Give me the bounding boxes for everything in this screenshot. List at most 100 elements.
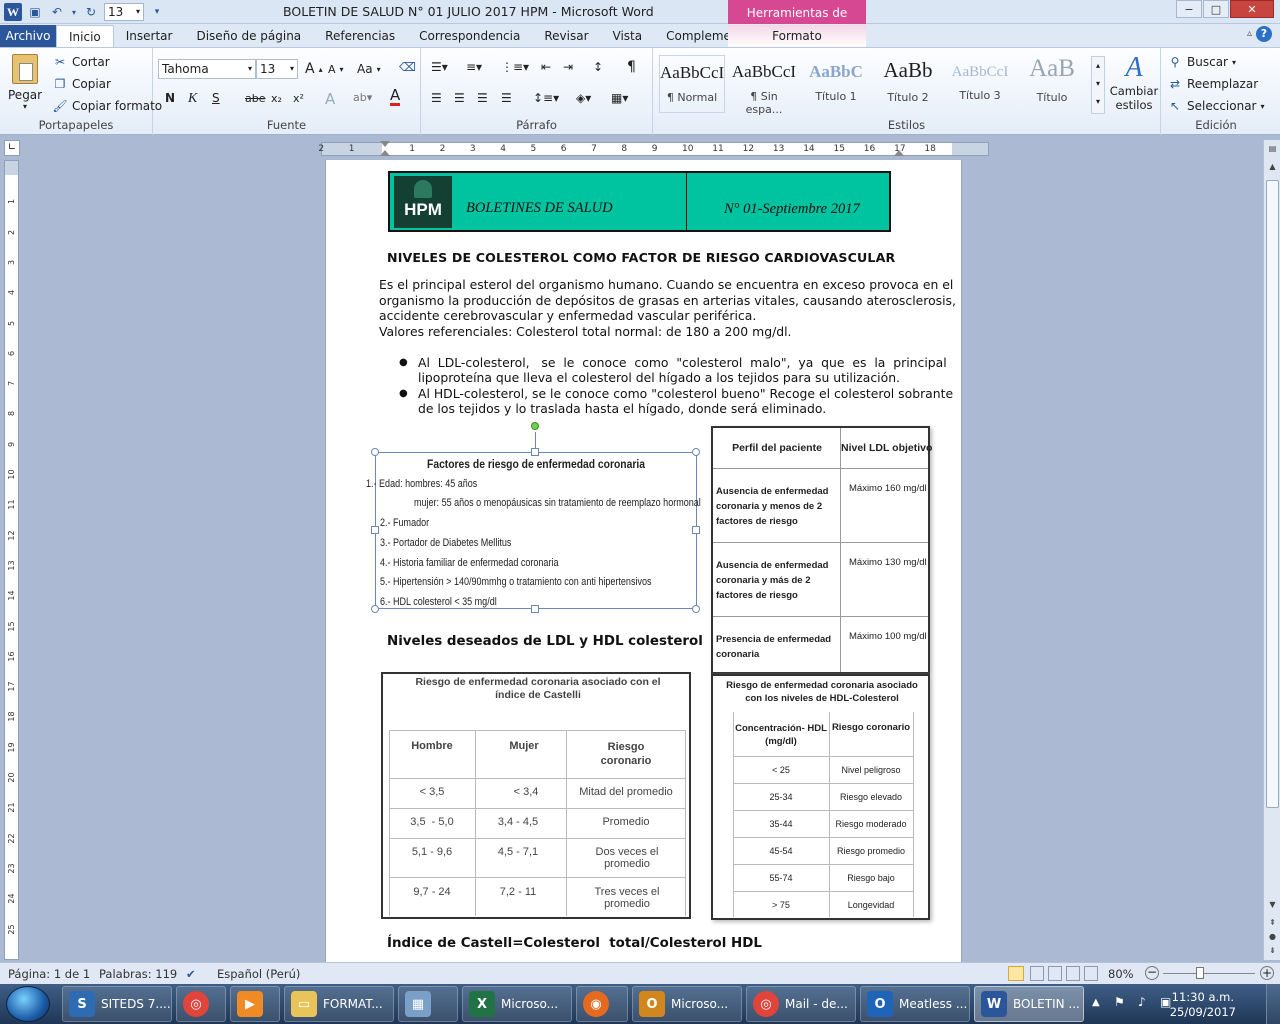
page-count[interactable]: Página: 1 de 1 [8, 967, 90, 981]
tab-revisar[interactable]: Revisar [532, 25, 600, 47]
find-button[interactable]: ⚲ Buscar ▾ [1167, 54, 1236, 70]
customize-qat-icon[interactable]: ▾ [148, 3, 166, 21]
full-screen-reading-icon[interactable] [1030, 966, 1044, 981]
subscript-button[interactable]: x₂ [271, 92, 282, 105]
undo-icon[interactable]: ↶ [48, 3, 66, 21]
action-center-icon[interactable]: ⚑ [1114, 995, 1125, 1009]
qat-font-size-field[interactable]: 13 ▾ [104, 3, 144, 21]
proofing-icon[interactable]: ✔ [186, 967, 196, 981]
style-title[interactable]: AaB Título [1019, 55, 1085, 113]
taskbar-meatless[interactable]: O Meatless ... [860, 986, 970, 1022]
underline-button[interactable]: S [212, 91, 220, 105]
multilevel-list-icon[interactable]: ⋮≡▾ [501, 60, 529, 74]
resize-handle-ne[interactable] [692, 448, 700, 456]
draft-icon[interactable] [1084, 966, 1098, 981]
resize-handle-se[interactable] [692, 605, 700, 613]
maximize-button[interactable]: □ [1203, 0, 1229, 18]
undo-dropdown-icon[interactable]: ▾ [70, 3, 78, 21]
bold-button[interactable]: N [165, 91, 175, 105]
risk-factors-image[interactable]: Factores de riesgo de enfermedad coronar… [366, 452, 701, 609]
tab-vista[interactable]: Vista [601, 25, 655, 47]
cut-button[interactable]: ✂ Cortar [52, 54, 110, 70]
start-button[interactable] [6, 986, 50, 1022]
align-right-icon[interactable]: ☰ [477, 91, 488, 105]
taskbar-mail[interactable]: ◎ Mail - de... [746, 986, 856, 1022]
zoom-level[interactable]: 80% [1108, 967, 1134, 981]
hdl-risk-table-image[interactable]: Riesgo de enfermedad coronaria asociado … [711, 674, 930, 920]
tab-correspondencia[interactable]: Correspondencia [407, 25, 532, 47]
clear-format-icon[interactable]: ⌫ [399, 60, 416, 74]
horizontal-ruler[interactable]: 2 1 1 2 3 4 5 6 7 8 9 10 11 12 13 14 15 16 17 18 [24, 140, 1264, 157]
resize-handle-nw[interactable] [371, 448, 379, 456]
view-ruler-icon[interactable]: ▤ [1266, 142, 1279, 156]
web-layout-icon[interactable] [1048, 966, 1062, 981]
numbering-icon[interactable]: ≡▾ [466, 60, 482, 74]
font-name-combo[interactable]: Tahoma ▾ [158, 59, 256, 79]
tab-formato[interactable]: Formato [728, 25, 866, 47]
help-icon[interactable]: ? [1256, 26, 1272, 42]
rotate-handle[interactable] [531, 422, 539, 430]
word-count[interactable]: Palabras: 119 [99, 967, 177, 981]
italic-button[interactable]: K [188, 91, 197, 107]
resize-handle-w[interactable] [371, 526, 379, 534]
replace-button[interactable]: ⇄ Reemplazar [1167, 76, 1258, 92]
tab-referencias[interactable]: Referencias [313, 25, 407, 47]
zoom-in-icon[interactable]: + [1260, 966, 1274, 980]
show-desktop-button[interactable] [1266, 984, 1280, 1024]
grow-font-button[interactable]: A ▴ [305, 61, 323, 77]
taskbar-media[interactable]: ▶ [230, 986, 280, 1022]
strikethrough-button[interactable]: abe [245, 92, 266, 105]
taskbar-excel[interactable]: X Microso... [462, 986, 572, 1022]
resize-handle-s[interactable] [531, 605, 539, 613]
next-page-icon[interactable]: ⇟ [1266, 944, 1279, 958]
resize-handle-n[interactable] [531, 448, 539, 456]
browse-object-icon[interactable]: ● [1266, 930, 1279, 944]
bullets-icon[interactable]: ☰▾ [431, 60, 448, 74]
style-heading-3[interactable]: AaBbCcI Título 3 [947, 55, 1013, 113]
style-no-spacing[interactable]: AaBbCcI ¶ Sin espa... [731, 55, 797, 116]
sort-icon[interactable]: ↕ [593, 60, 603, 74]
first-line-indent-marker[interactable] [380, 141, 390, 147]
style-heading-1[interactable]: AaBbC Título 1 [803, 55, 869, 113]
paste-button[interactable]: Pegar ▾ [8, 54, 42, 116]
styles-scroll-icon[interactable]: ▴ ▾ ▾ [1091, 56, 1105, 114]
vertical-ruler[interactable]: 1 2 3 4 5 6 7 8 9 10 11 12 13 14 15 16 17 18 19 20 21 22 23 24 2… [4, 160, 19, 960]
font-size-combo[interactable]: 13 ▾ [256, 59, 298, 79]
language[interactable]: Español (Perú) [217, 967, 300, 981]
taskbar-word[interactable]: W BOLETIN ... [974, 986, 1084, 1022]
show-formatting-button[interactable]: ¶ [627, 59, 636, 75]
zoom-slider[interactable] [1163, 973, 1255, 974]
taskbar-siteds[interactable]: S SITEDS 7.... [62, 986, 172, 1022]
style-heading-2[interactable]: AaBb Título 2 [875, 55, 941, 113]
volume-icon[interactable]: ♪ [1138, 995, 1146, 1009]
print-layout-icon[interactable] [1008, 966, 1024, 981]
tab-inicio[interactable]: Inicio [56, 25, 114, 47]
taskbar-chrome[interactable]: ◎ [176, 986, 226, 1022]
increase-indent-icon[interactable]: ⇥ [563, 60, 573, 74]
resize-handle-sw[interactable] [371, 605, 379, 613]
line-spacing-icon[interactable]: ↕≡▾ [533, 91, 559, 105]
previous-page-icon[interactable]: ⇞ [1266, 916, 1279, 930]
zoom-slider-thumb[interactable] [1196, 967, 1204, 979]
change-case-button[interactable]: Aa ▾ [357, 62, 381, 76]
copy-button[interactable]: ❐ Copiar [52, 76, 111, 92]
hanging-indent-marker[interactable] [380, 150, 390, 156]
text-effects-icon[interactable]: A [325, 90, 335, 108]
decrease-indent-icon[interactable]: ⇤ [541, 60, 551, 74]
close-button[interactable]: ✕ [1230, 0, 1274, 18]
borders-icon[interactable]: ▦▾ [611, 91, 628, 105]
redo-icon[interactable]: ↻ [82, 3, 100, 21]
resize-handle-e[interactable] [692, 526, 700, 534]
scroll-up-icon[interactable]: ▲ [1266, 160, 1279, 174]
align-center-icon[interactable]: ☰ [454, 91, 465, 105]
vertical-scrollbar[interactable]: ▤ ▲ ▼ ⇞ ● ⇟ [1263, 140, 1280, 960]
taskbar-calculator[interactable]: ▦ [398, 986, 458, 1022]
right-indent-marker[interactable] [894, 150, 904, 156]
tab-diseno-pagina[interactable]: Diseño de página [184, 25, 313, 47]
justify-icon[interactable]: ☰ [501, 91, 512, 105]
scroll-thumb[interactable] [1266, 180, 1279, 808]
clock[interactable]: 11:30 a.m. 25/09/2017 [1170, 990, 1236, 1020]
font-color-button[interactable]: A [390, 88, 401, 106]
tray-arrow-icon[interactable]: ▲ [1092, 997, 1100, 1008]
castelli-table-image[interactable]: Riesgo de enfermedad coronaria asociado … [381, 672, 691, 919]
